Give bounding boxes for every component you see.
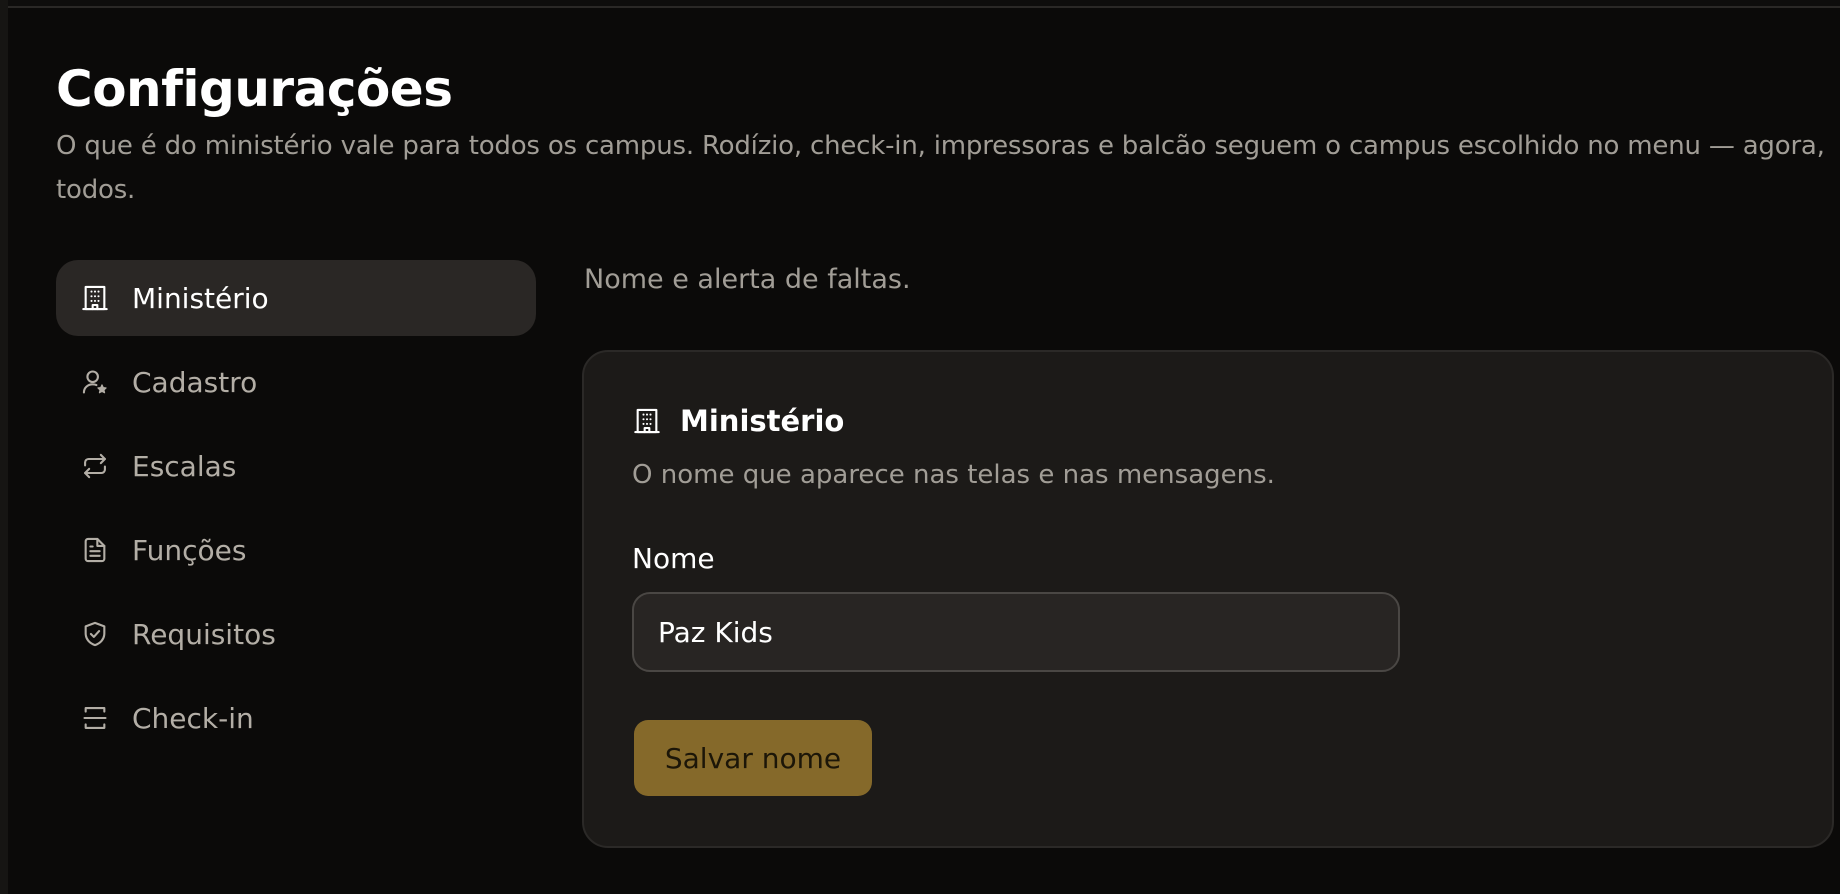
sidebar-item-label: Funções	[132, 533, 247, 567]
top-divider	[0, 0, 1840, 8]
sidebar-item-funcoes[interactable]: Funções	[56, 512, 536, 588]
sidebar-item-ministerio[interactable]: Ministério	[56, 260, 536, 336]
user-star-icon	[80, 367, 110, 397]
shield-check-icon	[80, 619, 110, 649]
building-icon	[80, 283, 110, 313]
left-edge	[0, 0, 8, 894]
sidebar-item-label: Cadastro	[132, 365, 258, 399]
repeat-icon	[80, 451, 110, 481]
sidebar-item-label: Requisitos	[132, 617, 276, 651]
sidebar-item-escalas[interactable]: Escalas	[56, 428, 536, 504]
building-icon	[632, 406, 662, 436]
section-caption: Nome e alerta de faltas.	[584, 264, 911, 295]
sidebar-item-requisitos[interactable]: Requisitos	[56, 596, 536, 672]
name-field-label: Nome	[632, 542, 715, 575]
sidebar-item-label: Check-in	[132, 701, 254, 735]
save-name-button[interactable]: Salvar nome	[634, 720, 872, 796]
page-title: Configurações	[56, 60, 453, 118]
card-description: O nome que aparece nas telas e nas mensa…	[632, 460, 1275, 490]
page-subtitle: O que é do ministério vale para todos os…	[56, 131, 1825, 205]
name-input[interactable]	[632, 592, 1400, 672]
sidebar-item-check-in[interactable]: Check-in	[56, 680, 536, 756]
sidebar-item-label: Escalas	[132, 449, 237, 483]
scan-icon	[80, 703, 110, 733]
card-title: Ministério	[680, 404, 845, 438]
app-window: Configurações O que é do ministério vale…	[0, 0, 1840, 894]
sidebar-item-label: Ministério	[132, 281, 269, 315]
settings-sidebar: Ministério Cadastro Escalas Funções Requ…	[56, 260, 536, 764]
ministry-card: Ministério O nome que aparece nas telas …	[582, 350, 1834, 848]
document-icon	[80, 535, 110, 565]
sidebar-item-cadastro[interactable]: Cadastro	[56, 344, 536, 420]
card-header: Ministério	[632, 404, 844, 438]
